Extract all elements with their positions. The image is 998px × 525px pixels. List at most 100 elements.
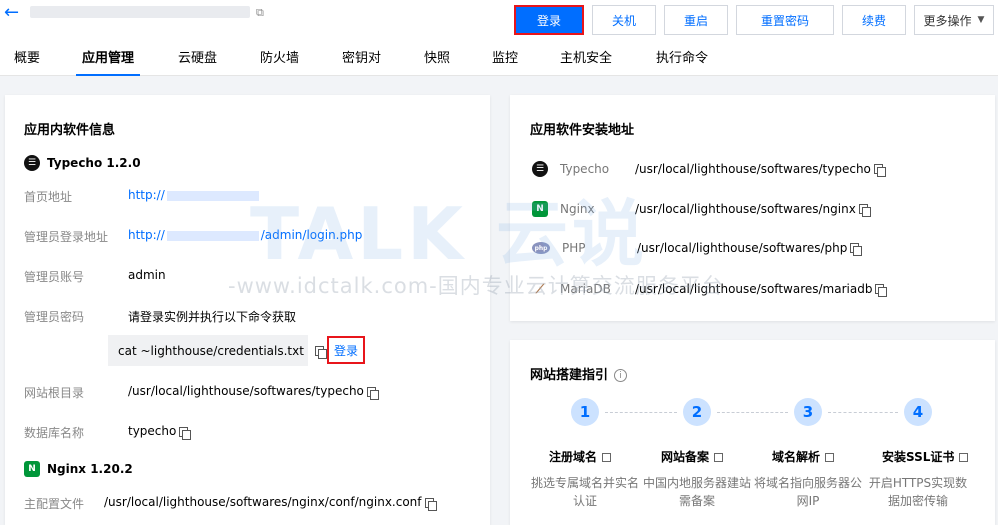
info-icon[interactable]: i [614, 369, 628, 382]
action-button-1[interactable]: 关机 [592, 5, 656, 35]
copy-icon[interactable] [179, 426, 192, 440]
ip-redacted [166, 230, 259, 241]
copy-icon[interactable] [858, 204, 871, 217]
typecho-icon: ☰ [532, 161, 548, 177]
copy-icon[interactable] [366, 386, 379, 400]
dbname-label: 数据库名称 [24, 426, 85, 440]
external-link-icon [602, 453, 612, 462]
tab-6[interactable]: 监控 [492, 42, 518, 76]
app-name: Typecho [560, 162, 610, 176]
homepage-row: 首页地址 http:// [24, 188, 259, 205]
step-number: 4 [904, 398, 932, 426]
action-button-4[interactable]: 续费 [842, 5, 906, 35]
instance-name-redacted [30, 6, 250, 18]
nginx-conf-row: 主配置文件 /usr/local/lighthouse/softwares/ng… [24, 495, 437, 512]
tab-0[interactable]: 概要 [14, 42, 40, 76]
action-button-label: 重启 [683, 13, 708, 28]
dbname-value-wrap: typecho [128, 424, 192, 440]
external-link-icon [825, 453, 835, 462]
action-button-0[interactable]: 登录 [514, 5, 584, 35]
step-title: 注册域名 [549, 450, 598, 464]
homepage-label: 首页地址 [24, 190, 73, 204]
ip-redacted [166, 190, 259, 201]
app-path: /usr/local/lighthouse/softwares/nginx [635, 202, 856, 216]
step-connector [717, 412, 788, 413]
page-header: ← ⧉ 登录 关机 重启 重置密码 续费 更多操作 ▼ [0, 0, 998, 42]
tab-3[interactable]: 防火墙 [260, 42, 299, 76]
nginx-header: N Nginx 1.20.2 [24, 461, 133, 477]
card-title-wrap: 网站搭建指引 i [530, 364, 628, 383]
app-path: /usr/local/lighthouse/softwares/typecho [635, 162, 871, 176]
step-number: 2 [683, 398, 711, 426]
tab-8[interactable]: 执行命令 [656, 42, 708, 76]
card-title: 应用软件安装地址 [530, 123, 635, 138]
nginx-icon: N [532, 201, 548, 217]
action-button-label: 续费 [861, 13, 886, 28]
php-icon: php [532, 242, 550, 254]
admin-login-row: 管理员登录地址 http:// /admin/login.php [24, 228, 362, 245]
step-number: 1 [571, 398, 599, 426]
admin-account-value: admin [128, 268, 166, 282]
copy-icon[interactable] [873, 164, 886, 177]
caret-down-icon: ▼ [977, 15, 985, 25]
app-path: /usr/local/lighthouse/softwares/php [637, 241, 848, 255]
step-description: 开启HTTPS实现数据加密传输 [868, 476, 968, 508]
webroot-label: 网站根目录 [24, 386, 85, 400]
app-row: N Nginx/usr/local/lighthouse/softwares/ng… [532, 201, 871, 217]
step-connector [828, 412, 898, 413]
step-title-link[interactable]: 域名解析 [772, 448, 835, 465]
tab-bar: 概要 应用管理 云硬盘 防火墙 密钥对 快照 监控 主机安全 执行命令 [0, 42, 998, 76]
step-title-link[interactable]: 注册域名 [549, 448, 612, 465]
guide-title: 网站搭建指引 [530, 368, 609, 383]
nginx-icon: N [24, 461, 40, 477]
tab-4[interactable]: 密钥对 [342, 42, 381, 76]
card-title: 应用内软件信息 [24, 123, 116, 138]
tab-2[interactable]: 云硬盘 [178, 42, 217, 76]
copy-icon[interactable] [315, 346, 327, 359]
arrow-left-icon[interactable]: ← [4, 4, 19, 22]
admin-account-row: 管理员账号 admin [24, 268, 166, 285]
step-title-link[interactable]: 安装SSL证书 [882, 448, 969, 465]
admin-login-suffix: /admin/login.php [260, 228, 363, 242]
nginx-conf-value-wrap: /usr/local/lighthouse/softwares/nginx/co… [104, 495, 437, 511]
admin-password-hint: 请登录实例并执行以下命令获取 [128, 310, 297, 324]
copy-icon[interactable] [850, 243, 863, 256]
website-guide-card: 网站搭建指引 i 1 注册域名 挑选专属域名并实名认证 2 网站备案 中国内地服务器建站需备… [510, 340, 995, 525]
copy-icon[interactable]: ⧉ [256, 6, 264, 20]
copy-icon[interactable] [424, 497, 437, 511]
app-name: PHP [562, 241, 586, 255]
action-button-3[interactable]: 重置密码 [736, 5, 834, 35]
homepage-link[interactable]: http:// [128, 188, 261, 202]
app-path: /usr/local/lighthouse/softwares/mariadb [635, 282, 873, 296]
step-number: 3 [794, 398, 822, 426]
admin-password-row: 管理员密码 请登录实例并执行以下命令获取 [24, 308, 296, 325]
step-title: 安装SSL证书 [882, 450, 955, 464]
app-row: php PHP/usr/local/lighthouse/softwares/ph… [532, 241, 863, 256]
action-button-2[interactable]: 重启 [664, 5, 728, 35]
webroot-value-wrap: /usr/local/lighthouse/softwares/typecho [128, 384, 379, 400]
step-description: 将域名指向服务器公网IP [753, 476, 862, 508]
action-button-5[interactable]: 更多操作 ▼ [914, 5, 994, 35]
mariadb-icon: ⟋ [535, 281, 545, 296]
nginx-conf-label: 主配置文件 [24, 497, 85, 511]
admin-login-link[interactable]: http:// /admin/login.php [128, 228, 362, 242]
credentials-command: cat ~lighthouse/credentials.txt [118, 343, 304, 358]
external-link-icon [714, 453, 724, 462]
step-description: 挑选专属域名并实名认证 [530, 476, 639, 508]
nginx-conf-value: /usr/local/lighthouse/softwares/nginx/co… [104, 495, 422, 509]
action-bar: 登录 关机 重启 重置密码 续费 更多操作 ▼ [514, 5, 994, 35]
copy-icon[interactable] [875, 284, 888, 297]
step-connector [605, 412, 677, 413]
tab-5[interactable]: 快照 [424, 42, 450, 76]
app-name: Nginx [560, 202, 595, 216]
action-button-label: 登录 [536, 13, 561, 28]
homepage-prefix: http:// [128, 188, 165, 202]
admin-password-label: 管理员密码 [24, 310, 85, 324]
app-row: ⟋ MariaDB/usr/local/lighthouse/softwares/… [532, 281, 888, 297]
tab-1[interactable]: 应用管理 [75, 42, 141, 76]
step-title-link[interactable]: 网站备案 [661, 448, 724, 465]
webroot-value: /usr/local/lighthouse/softwares/typecho [128, 384, 364, 398]
login-link[interactable]: 登录 [327, 336, 365, 364]
typecho-header: ☰ Typecho 1.2.0 [24, 155, 141, 171]
tab-7[interactable]: 主机安全 [560, 42, 612, 76]
